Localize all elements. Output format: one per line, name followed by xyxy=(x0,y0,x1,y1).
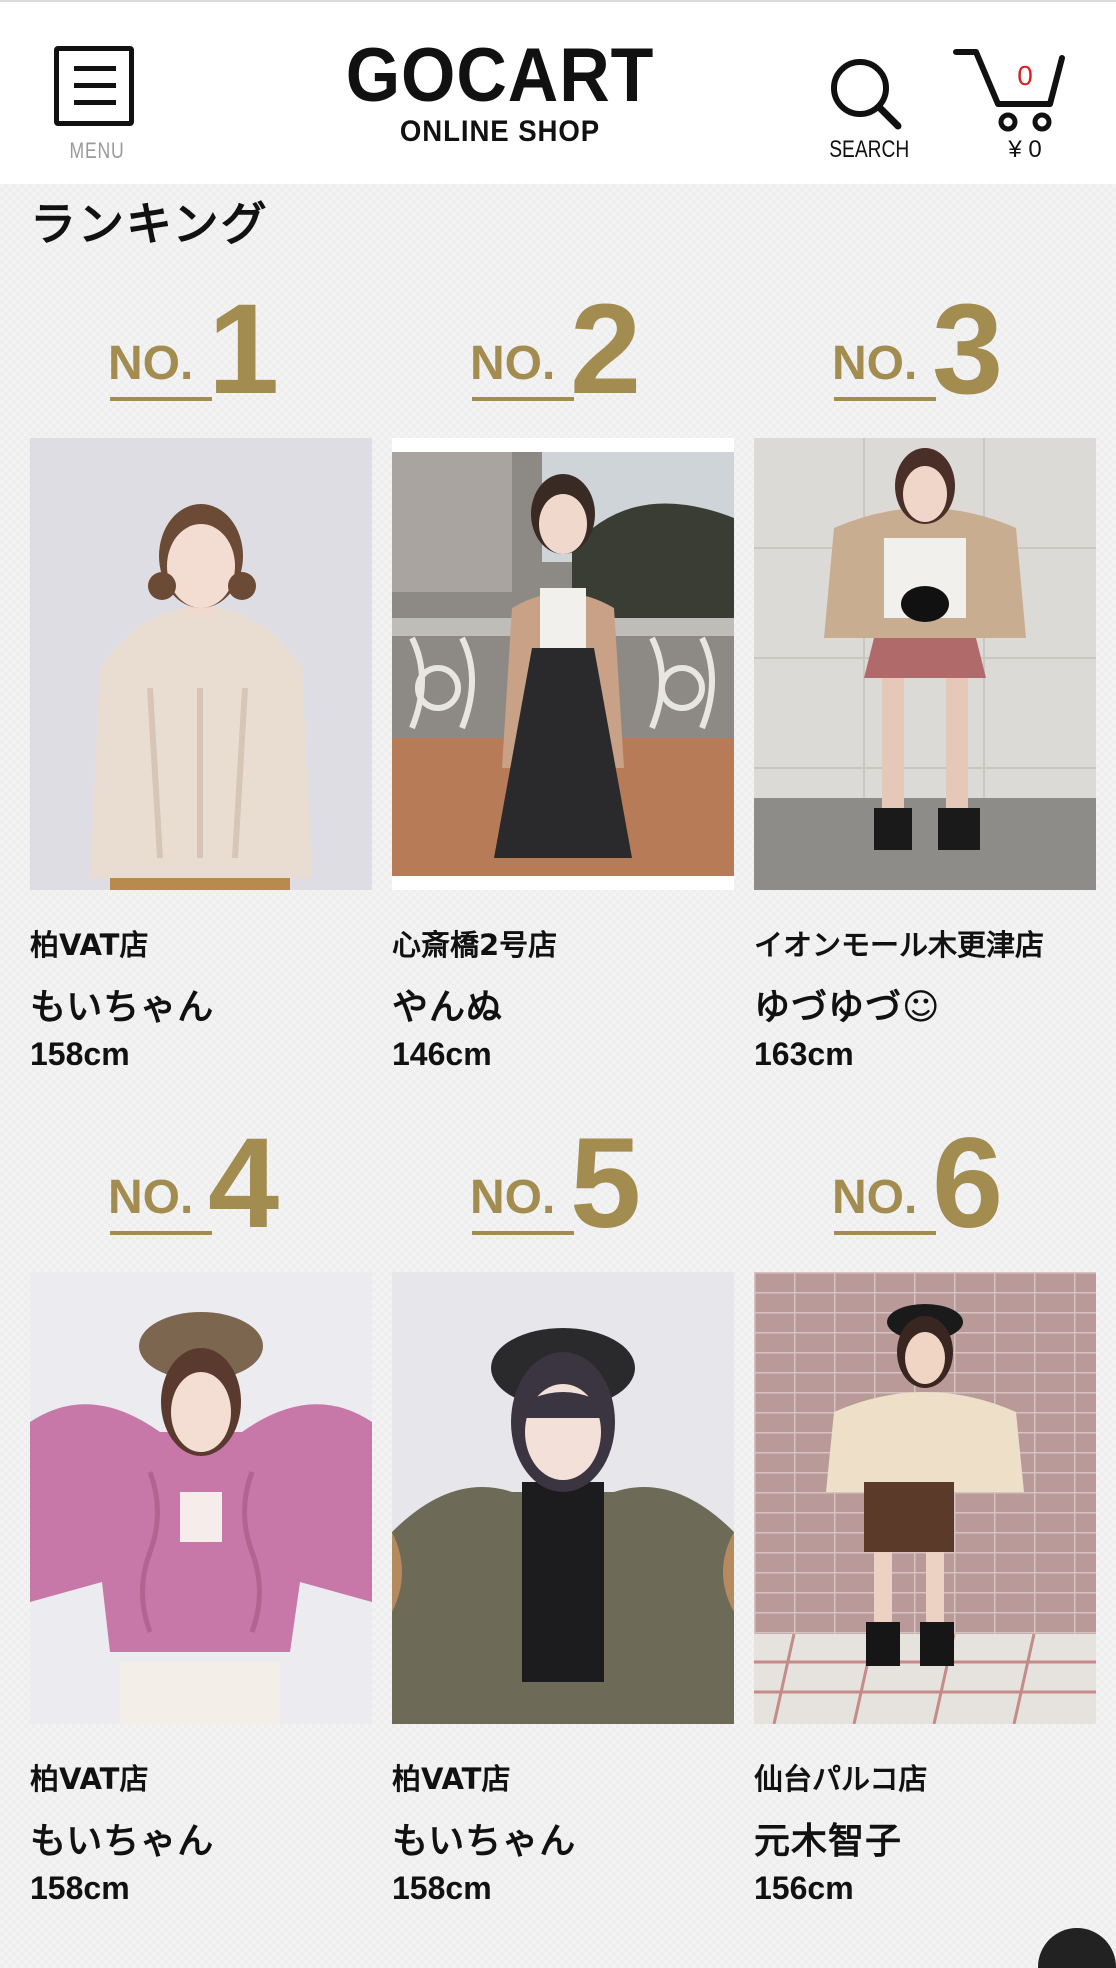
rank-number: 6 xyxy=(932,1112,1004,1255)
cart-count-badge: 0 xyxy=(1017,60,1033,91)
menu-button[interactable]: MENU xyxy=(52,46,142,163)
menu-label: MENU xyxy=(69,138,125,163)
staff-photo[interactable] xyxy=(754,1272,1096,1724)
staff-photo[interactable] xyxy=(30,1272,372,1724)
rank-badge: NO. 6 xyxy=(754,1120,1096,1248)
rank-no-label: NO. xyxy=(108,1171,194,1224)
rank-badge: NO. 2 xyxy=(392,286,734,414)
rank-number: 1 xyxy=(208,278,280,421)
section-title: ランキング xyxy=(30,197,269,251)
store-name: イオンモール木更津店 xyxy=(754,928,1045,962)
staff-height: 158cm xyxy=(392,1870,492,1906)
search-icon xyxy=(831,59,902,130)
rank-underline xyxy=(834,1231,936,1235)
rank-no-label: NO. xyxy=(470,1171,556,1224)
rank-underline xyxy=(472,397,574,401)
rank-badge: NO. 5 xyxy=(392,1120,734,1248)
staff-name[interactable]: ゆづゆづ☺ xyxy=(754,978,941,1030)
rank-number: 2 xyxy=(570,278,642,421)
menu-icon xyxy=(54,46,134,126)
site-header: MENU GOCART ONLINE SHOP SEARCH 0 ¥ 0 xyxy=(0,0,1116,184)
logo-sub-text: ONLINE SHOP xyxy=(399,115,601,148)
staff-photo[interactable] xyxy=(754,438,1096,890)
logo-main-text: GOCART xyxy=(345,33,655,118)
cart-button[interactable]: 0 ¥ 0 xyxy=(950,44,1070,168)
rank-badge: NO. 3 xyxy=(754,286,1096,414)
ranking-card: NO. 4 柏VAT店 もいちゃん 158cm xyxy=(30,1120,372,1942)
ranking-card: NO. 1 柏VAT店 もいちゃん 158cm xyxy=(30,286,372,1108)
rank-no-label: NO. xyxy=(108,337,194,390)
ranking-card: NO. 5 柏VAT店 もいちゃん 158cm xyxy=(392,1120,734,1942)
staff-photo[interactable] xyxy=(392,438,734,890)
staff-name[interactable]: もいちゃん xyxy=(30,978,214,1030)
staff-height: 158cm xyxy=(30,1870,130,1906)
staff-height: 158cm xyxy=(30,1036,130,1072)
staff-name[interactable]: もいちゃん xyxy=(30,1812,214,1864)
ranking-card: NO. 6 仙台パルコ店 元木智子 156cm xyxy=(754,1120,1096,1942)
store-name: 柏VAT店 xyxy=(392,1762,511,1796)
rank-no-label: NO. xyxy=(470,337,556,390)
rank-badge: NO. 4 xyxy=(30,1120,372,1248)
cart-total: ¥ 0 xyxy=(1008,136,1042,163)
rank-no-label: NO. xyxy=(832,337,918,390)
rank-no-label: NO. xyxy=(832,1171,918,1224)
search-button[interactable]: SEARCH xyxy=(820,52,912,168)
staff-photo[interactable] xyxy=(392,1272,734,1724)
ranking-card: NO. 3 イオンモール木更津店 ゆづゆづ☺ 163cm xyxy=(754,286,1096,1108)
staff-photo[interactable] xyxy=(30,438,372,890)
rank-number: 3 xyxy=(932,278,1004,421)
search-label: SEARCH xyxy=(829,136,910,163)
site-logo[interactable]: GOCART ONLINE SHOP xyxy=(300,38,700,150)
rank-number: 4 xyxy=(208,1112,280,1255)
rank-underline xyxy=(110,397,212,401)
store-name: 柏VAT店 xyxy=(30,928,149,962)
rank-underline xyxy=(472,1231,574,1235)
rank-number: 5 xyxy=(570,1112,642,1255)
store-name: 柏VAT店 xyxy=(30,1762,149,1796)
store-name: 心斎橋2号店 xyxy=(392,928,558,962)
staff-height: 163cm xyxy=(754,1036,854,1072)
staff-name[interactable]: やんぬ xyxy=(392,978,503,1030)
staff-height: 156cm xyxy=(754,1870,854,1906)
rank-underline xyxy=(110,1231,212,1235)
store-name: 仙台パルコ店 xyxy=(754,1762,928,1796)
rank-underline xyxy=(834,397,936,401)
rank-badge: NO. 1 xyxy=(30,286,372,414)
staff-name[interactable]: 元木智子 xyxy=(754,1812,902,1864)
ranking-card: NO. 2 心斎橋2号店 やんぬ 146cm xyxy=(392,286,734,1108)
staff-name[interactable]: もいちゃん xyxy=(392,1812,576,1864)
staff-height: 146cm xyxy=(392,1036,492,1072)
